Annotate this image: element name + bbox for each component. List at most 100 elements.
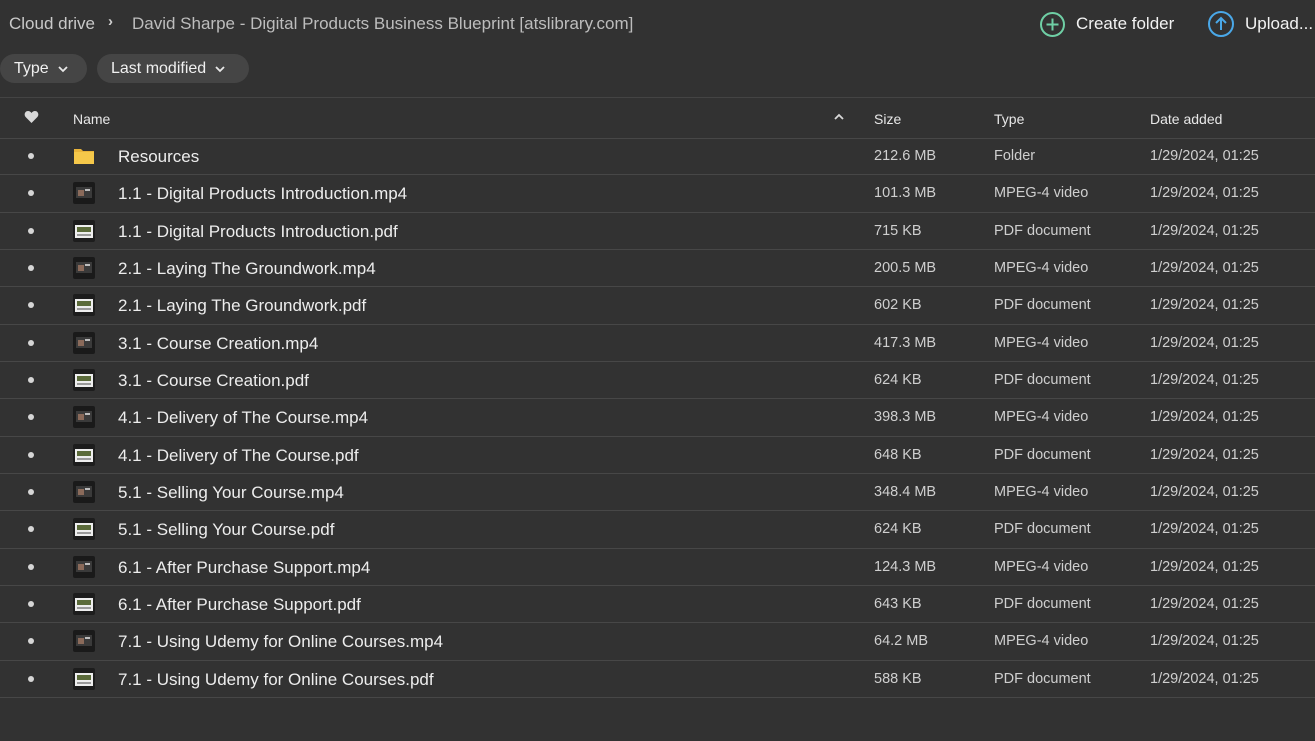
pdf-thumbnail (73, 667, 95, 690)
date-added: 1/29/2024, 01:25 (1150, 446, 1259, 463)
date-added: 1/29/2024, 01:25 (1150, 259, 1259, 276)
favourite-dot-icon[interactable] (28, 302, 34, 309)
table-row[interactable]: 1.1 - Digital Products Introduction.mp4 1… (0, 175, 1315, 213)
file-name[interactable]: 4.1 - Delivery of The Course.pdf (118, 446, 359, 466)
column-header-size[interactable]: Size (874, 111, 901, 127)
table-row[interactable]: 5.1 - Selling Your Course.mp4 348.4 MB MPE… (0, 474, 1315, 512)
favourite-heart-icon[interactable] (24, 110, 39, 124)
table-header: Name Size Type Date added (0, 98, 1315, 139)
favourite-dot-icon[interactable] (28, 153, 34, 159)
file-size: 602 KB (874, 297, 922, 314)
favourite-dot-icon[interactable] (28, 376, 34, 383)
file-name[interactable]: 6.1 - After Purchase Support.pdf (118, 595, 361, 615)
breadcrumb-root[interactable]: Cloud drive (9, 14, 95, 34)
file-type: MPEG-4 video (994, 483, 1089, 500)
date-added: 1/29/2024, 01:25 (1150, 185, 1259, 202)
video-thumbnail (73, 256, 95, 279)
table-row[interactable]: 1.1 - Digital Products Introduction.pdf 7… (0, 213, 1315, 250)
date-added: 1/29/2024, 01:25 (1150, 222, 1259, 239)
date-added: 1/29/2024, 01:25 (1150, 371, 1259, 388)
sort-ascending-icon[interactable] (833, 113, 845, 121)
favourite-dot-icon[interactable] (28, 675, 34, 682)
file-type: MPEG-4 video (994, 558, 1089, 575)
favourite-dot-icon[interactable] (28, 600, 34, 607)
video-thumbnail (73, 331, 95, 354)
video-thumbnail (73, 555, 95, 578)
table-row[interactable]: 3.1 - Course Creation.mp4 417.3 MB MPEG-4 … (0, 325, 1315, 362)
video-thumbnail (73, 630, 95, 653)
pdf-thumbnail (73, 443, 95, 466)
favourite-dot-icon[interactable] (28, 264, 34, 271)
favourite-dot-icon[interactable] (28, 451, 34, 458)
favourite-dot-icon[interactable] (28, 563, 34, 570)
column-header-type[interactable]: Type (994, 111, 1024, 127)
column-header-date-added[interactable]: Date added (1150, 111, 1222, 127)
file-type: PDF document (994, 670, 1091, 687)
file-type: PDF document (994, 297, 1091, 314)
breadcrumb-separator: › (108, 13, 113, 30)
pdf-thumbnail (73, 592, 95, 615)
table-row[interactable]: 4.1 - Delivery of The Course.mp4 398.3 MB… (0, 399, 1315, 437)
file-name[interactable]: 7.1 - Using Udemy for Online Courses.mp4 (118, 632, 443, 652)
file-size: 212.6 MB (874, 148, 937, 164)
table-row[interactable]: 3.1 - Course Creation.pdf 624 KB PDF docum… (0, 362, 1315, 400)
file-name[interactable]: 3.1 - Course Creation.mp4 (118, 334, 318, 354)
file-size: 398.3 MB (874, 409, 937, 426)
file-size: 648 KB (874, 446, 922, 463)
file-name[interactable]: 3.1 - Course Creation.pdf (118, 371, 309, 391)
file-size: 64.2 MB (874, 633, 928, 650)
upload-button[interactable]: Upload... (1207, 10, 1313, 38)
video-thumbnail (73, 182, 95, 205)
date-added: 1/29/2024, 01:25 (1150, 558, 1259, 575)
favourite-dot-icon[interactable] (28, 190, 34, 197)
table-row[interactable]: 7.1 - Using Udemy for Online Courses.mp4… (0, 623, 1315, 661)
file-type: MPEG-4 video (994, 633, 1089, 650)
favourite-dot-icon[interactable] (28, 414, 34, 421)
pdf-thumbnail (73, 518, 95, 541)
table-row[interactable]: 6.1 - After Purchase Support.pdf 643 KB PD… (0, 586, 1315, 624)
file-type: MPEG-4 video (994, 259, 1089, 276)
table-row[interactable]: 5.1 - Selling Your Course.pdf 624 KB PDF d… (0, 511, 1315, 549)
file-name[interactable]: 2.1 - Laying The Groundwork.pdf (118, 296, 366, 316)
file-type: MPEG-4 video (994, 409, 1089, 426)
file-type: PDF document (994, 222, 1091, 239)
file-name[interactable]: 1.1 - Digital Products Introduction.pdf (118, 222, 398, 242)
video-thumbnail (73, 480, 95, 503)
type-filter-label: Type (14, 59, 49, 77)
favourite-dot-icon[interactable] (28, 339, 34, 346)
favourite-dot-icon[interactable] (28, 488, 34, 495)
type-filter-dropdown[interactable]: Type (0, 54, 87, 83)
file-name[interactable]: 5.1 - Selling Your Course.mp4 (118, 483, 344, 503)
top-bar: Cloud drive › David Sharpe - Digital Pro… (0, 0, 1315, 48)
last-modified-filter-dropdown[interactable]: Last modified (97, 54, 249, 83)
file-name[interactable]: 2.1 - Laying The Groundwork.mp4 (118, 259, 376, 279)
file-name[interactable]: 5.1 - Selling Your Course.pdf (118, 520, 334, 540)
date-added: 1/29/2024, 01:25 (1150, 670, 1259, 687)
file-name[interactable]: 4.1 - Delivery of The Course.mp4 (118, 408, 368, 428)
favourite-dot-icon[interactable] (28, 526, 34, 533)
file-type: Folder (994, 148, 1036, 164)
pdf-thumbnail (73, 294, 95, 317)
file-size: 624 KB (874, 371, 922, 388)
table-row[interactable]: 7.1 - Using Udemy for Online Courses.pdf… (0, 661, 1315, 698)
file-name[interactable]: 7.1 - Using Udemy for Online Courses.pdf (118, 670, 434, 690)
table-row[interactable]: Resources 212.6 MB Folder 1/29/2024, 01:25 (0, 138, 1315, 176)
file-name[interactable]: 6.1 - After Purchase Support.mp4 (118, 558, 370, 578)
date-added: 1/29/2024, 01:25 (1150, 334, 1259, 351)
create-folder-button[interactable]: Create folder (1039, 10, 1174, 38)
file-name[interactable]: Resources (118, 147, 199, 167)
file-name[interactable]: 1.1 - Digital Products Introduction.mp4 (118, 184, 407, 204)
date-added: 1/29/2024, 01:25 (1150, 148, 1259, 164)
table-row[interactable]: 2.1 - Laying The Groundwork.pdf 602 KB PDF… (0, 287, 1315, 325)
table-row[interactable]: 2.1 - Laying The Groundwork.mp4 200.5 MB M… (0, 250, 1315, 288)
last-modified-filter-label: Last modified (111, 59, 207, 77)
table-row[interactable]: 6.1 - After Purchase Support.mp4 124.3 MB… (0, 549, 1315, 586)
breadcrumb-current: David Sharpe - Digital Products Business… (132, 14, 634, 33)
file-size: 624 KB (874, 521, 922, 538)
create-folder-label: Create folder (1076, 14, 1175, 33)
favourite-dot-icon[interactable] (28, 638, 34, 645)
favourite-dot-icon[interactable] (28, 227, 34, 234)
file-size: 101.3 MB (874, 185, 937, 202)
table-row[interactable]: 4.1 - Delivery of The Course.pdf 648 KB PD… (0, 437, 1315, 474)
column-header-name[interactable]: Name (73, 111, 110, 127)
